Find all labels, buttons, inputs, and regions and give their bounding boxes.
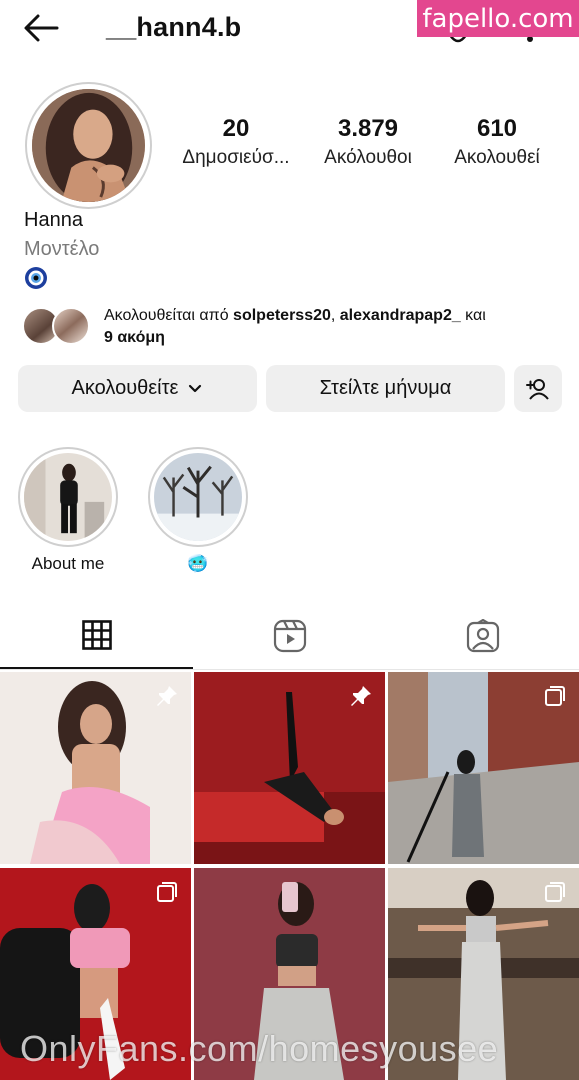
posts-count: 20 (222, 115, 250, 142)
highlight-label: About me (31, 554, 105, 573)
highlight-about-me[interactable]: About me (18, 447, 118, 575)
followed-by-more: 9 ακόμη (104, 329, 165, 346)
following-stat[interactable]: 610 Ακολουθεί (438, 114, 556, 172)
add-user-icon (526, 378, 549, 400)
following-count: 610 (476, 115, 518, 142)
onlyfans-watermark: OnlyFans.com/homesyousee (20, 1028, 499, 1069)
message-button[interactable]: Στείλτε μήνυμα (266, 365, 505, 412)
nazar-eye-icon (24, 266, 48, 290)
fapello-watermark: fapello.com (417, 0, 579, 37)
profile-stats: 20 Δημοσιεύσ... 3.879 Ακόλουθοι 610 Ακολ… (168, 114, 568, 184)
highlight-cover (24, 453, 112, 541)
avatar (32, 89, 145, 202)
followed-by-text: Ακολουθείται από solpeterss20, alexandra… (104, 307, 486, 346)
reels-icon (273, 619, 306, 653)
profile-category: Μοντέλο (24, 238, 100, 260)
carousel-icon (545, 882, 565, 902)
followers-stat[interactable]: 3.879 Ακόλουθοι (306, 114, 430, 172)
followed-by-row[interactable]: Ακολουθείται από solpeterss20, alexandra… (22, 304, 562, 350)
post-thumbnail[interactable] (388, 672, 579, 864)
pin-icon (157, 686, 177, 706)
profile-avatar-ring[interactable] (25, 82, 152, 209)
suggested-users-button[interactable] (514, 365, 562, 412)
carousel-icon (157, 882, 177, 902)
following-button[interactable]: Ακολουθείτε (18, 365, 257, 412)
followers-count: 3.879 (337, 115, 399, 142)
profile-name: Hanna (24, 209, 83, 231)
tab-posts[interactable] (0, 603, 193, 669)
post-thumbnail[interactable] (194, 672, 385, 864)
followers-label: Ακόλουθοι (324, 147, 412, 168)
profile-tabs (0, 603, 579, 670)
posts-label: Δημοσιεύσ... (182, 147, 290, 168)
pin-icon (351, 686, 371, 706)
tab-tagged[interactable] (386, 603, 579, 669)
posts-grid (0, 672, 579, 1080)
highlight-cover (154, 453, 242, 541)
following-button-label: Ακολουθείτε (71, 377, 179, 399)
followed-by-user: alexandrapap2_ (339, 307, 461, 324)
following-label: Ακολουθεί (454, 147, 540, 168)
tagged-icon (466, 619, 499, 653)
tab-reels[interactable] (193, 603, 386, 669)
message-button-label: Στείλτε μήνυμα (319, 377, 452, 399)
highlight-cold[interactable]: 🥶 (148, 447, 248, 575)
follower-avatar (52, 307, 90, 345)
followed-by-user: solpeterss20 (233, 307, 331, 324)
grid-icon (81, 620, 112, 650)
back-button[interactable] (20, 10, 62, 46)
highlight-ring (18, 447, 118, 547)
profile-username: __hann4.b (106, 12, 242, 42)
chevron-down-icon (189, 384, 202, 392)
highlight-label: 🥶 (187, 554, 209, 573)
arrow-left-icon (24, 14, 59, 42)
posts-stat[interactable]: 20 Δημοσιεύσ... (168, 114, 304, 172)
carousel-icon (545, 686, 565, 706)
post-thumbnail[interactable] (0, 672, 191, 864)
highlight-ring (148, 447, 248, 547)
top-bar: __hann4.b fapello.com (0, 0, 579, 58)
